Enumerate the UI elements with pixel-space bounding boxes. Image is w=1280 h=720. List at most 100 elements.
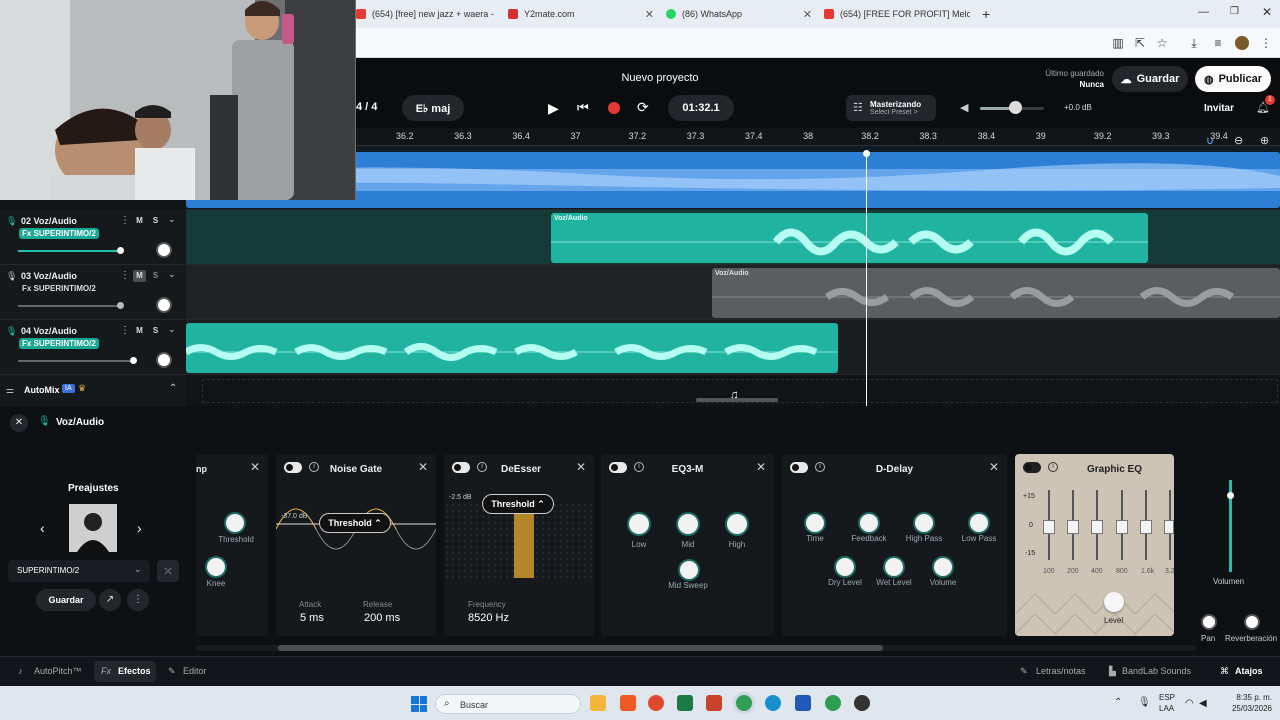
autopitch-tab[interactable]: AutoPitch™ (34, 666, 82, 676)
track-volume-slider[interactable] (18, 305, 120, 307)
clock-date[interactable]: 25/03/2026 (1220, 704, 1272, 713)
brave-icon[interactable] (620, 695, 636, 711)
new-tab-icon[interactable]: + (982, 6, 990, 22)
project-title[interactable]: Nuevo proyecto (560, 72, 760, 84)
deesser-band[interactable] (514, 510, 534, 578)
word-icon[interactable] (795, 695, 811, 711)
clock-time[interactable]: 8:35 p. m. (1226, 693, 1272, 702)
language-indicator[interactable]: ESP (1159, 693, 1175, 702)
chrome-icon[interactable] (736, 695, 752, 711)
taskbar-search[interactable]: ⌕ Buscar (435, 694, 581, 714)
record-icon[interactable] (608, 102, 620, 114)
loop-icon[interactable]: ⟳ (637, 99, 649, 116)
save-button[interactable]: ☁ Guardar (1112, 66, 1188, 92)
fx-tag[interactable]: Fx SUPERINTIMO/2 (19, 338, 99, 349)
powerpoint-icon[interactable] (706, 695, 722, 711)
pan-knob[interactable] (156, 297, 172, 313)
horizontal-scrollbar[interactable] (696, 398, 778, 402)
preset-save-button[interactable]: Guardar (36, 589, 96, 611)
track-name[interactable]: 03 Voz/Audio (21, 271, 77, 281)
track-name[interactable]: 02 Voz/Audio (21, 216, 77, 226)
volume-icon[interactable]: ◀ (1199, 698, 1207, 709)
add-track-lane[interactable]: ♫ (186, 375, 1280, 406)
chevron-down-icon[interactable]: ⌄ (168, 324, 176, 335)
eq-band-slider[interactable] (1091, 520, 1103, 534)
automix-row[interactable]: ⚌ AutoMix IA ♛ ⌃ (0, 375, 186, 406)
reading-list-icon[interactable]: ≡ (1211, 36, 1225, 50)
menu-icon[interactable]: ⋮ (1259, 36, 1273, 50)
solo-button[interactable]: S (149, 270, 162, 282)
share-icon[interactable]: ↗ (99, 589, 121, 611)
effect-toggle[interactable] (452, 462, 470, 473)
skip-back-icon[interactable]: ⏮ (577, 100, 589, 116)
low-knob[interactable] (629, 514, 649, 534)
track-lane[interactable]: Voz/Audio (186, 210, 1280, 265)
start-button[interactable] (411, 696, 427, 712)
lyrics-button[interactable]: Letras/notas (1036, 666, 1086, 676)
track-header[interactable]: 🎙︎ 02 Voz/Audio Fx SUPERINTIMO/2 ⋮ M S ⌄ (0, 210, 186, 265)
deesser-select[interactable]: Threshold ⌃ (482, 494, 554, 514)
key-selector[interactable]: E♭ maj (402, 95, 464, 121)
eq-band-slider[interactable] (1043, 520, 1055, 534)
frequency-value[interactable]: 8520 Hz (468, 612, 509, 624)
pan-knob[interactable] (1201, 614, 1217, 630)
mute-button[interactable]: M (133, 325, 146, 337)
eq-band-slider[interactable] (1116, 520, 1128, 534)
download-icon[interactable]: ⤓ (1187, 36, 1201, 50)
track-header[interactable]: 🎙︎ 03 Voz/Audio Fx SUPERINTIMO/2 ⋮ M S ⌄ (0, 265, 186, 320)
volume-thumb[interactable] (117, 247, 124, 254)
speaker-icon[interactable]: ◀ (960, 101, 968, 114)
more-icon[interactable]: ⋮ (120, 270, 130, 281)
close-icon[interactable]: ✕ (10, 414, 28, 432)
chevron-left-icon[interactable]: ‹ (40, 520, 45, 536)
timeline-ruler[interactable]: 36.2 36.3 36.4 37 37.2 37.3 37.4 38 38.2 38.3 38.4… (356, 128, 1280, 146)
info-icon[interactable]: i (477, 462, 487, 472)
restore-icon[interactable]: ❐ (1230, 6, 1239, 17)
pan-knob[interactable] (156, 242, 172, 258)
fx-tag[interactable]: Fx SUPERINTIMO/2 (19, 283, 99, 294)
minimize-icon[interactable]: — (1198, 6, 1209, 18)
profile-avatar[interactable] (1235, 36, 1249, 50)
unlink-icon[interactable]: ⤫ (157, 560, 179, 582)
high-pass-knob[interactable] (915, 514, 933, 532)
browser-tab[interactable]: (654) [free] new jazz + waera - ✕ (356, 4, 496, 24)
track-header[interactable]: 🎙︎ 04 Voz/Audio Fx SUPERINTIMO/2 ⋮ M S ⌄ (0, 320, 186, 375)
bookmark-star-icon[interactable]: ☆ (1155, 36, 1169, 50)
more-icon[interactable]: ⋮ (127, 589, 149, 611)
publish-button[interactable]: ◍ Publicar (1195, 66, 1271, 92)
close-icon[interactable]: ✕ (250, 460, 260, 474)
sidebar-icon[interactable]: ▥ (1111, 36, 1125, 50)
keyboard-layout[interactable]: LAA (1159, 704, 1174, 713)
feedback-knob[interactable] (860, 514, 878, 532)
low-pass-knob[interactable] (970, 514, 988, 532)
chevron-up-icon[interactable]: ⌃ (1114, 697, 1122, 708)
close-icon[interactable]: ✕ (645, 8, 654, 21)
chevron-down-icon[interactable]: ⌄ (168, 214, 176, 225)
microphone-icon[interactable]: 🎙︎ (1138, 697, 1151, 708)
knee-knob[interactable] (207, 558, 225, 576)
mute-button[interactable]: M (133, 270, 146, 282)
chevron-down-icon[interactable]: ⌄ (168, 269, 176, 280)
solo-button[interactable]: S (149, 215, 162, 227)
playhead-handle[interactable] (863, 150, 870, 157)
browser-tab[interactable]: (86) WhatsApp ✕ (666, 4, 812, 24)
bandlab-sounds-button[interactable]: BandLab Sounds (1122, 666, 1191, 676)
volume-thumb[interactable] (130, 357, 137, 364)
close-icon[interactable]: ✕ (989, 460, 999, 474)
solo-button[interactable]: S (149, 325, 162, 337)
shortcuts-button[interactable]: Atajos (1235, 666, 1263, 676)
fx-scrollbar-thumb[interactable] (278, 645, 883, 651)
mid-knob[interactable] (678, 514, 698, 534)
audio-clip[interactable]: Voz/Audio (712, 268, 1280, 318)
obs-icon[interactable] (854, 695, 870, 711)
mid-sweep-knob[interactable] (680, 561, 698, 579)
track-volume-slider[interactable] (18, 360, 133, 362)
browser-tab[interactable]: (654) [FREE FOR PROFIT] Melod ✕ (824, 4, 970, 24)
firefox-icon[interactable] (648, 695, 664, 711)
invite-button[interactable]: Invitar (1204, 103, 1234, 114)
attack-value[interactable]: 5 ms (300, 612, 324, 624)
eq-band-slider[interactable] (1140, 520, 1152, 534)
more-icon[interactable]: ⋮ (120, 325, 130, 336)
browser-tab[interactable]: Y2mate.com ✕ (508, 4, 654, 24)
pan-knob[interactable] (156, 352, 172, 368)
